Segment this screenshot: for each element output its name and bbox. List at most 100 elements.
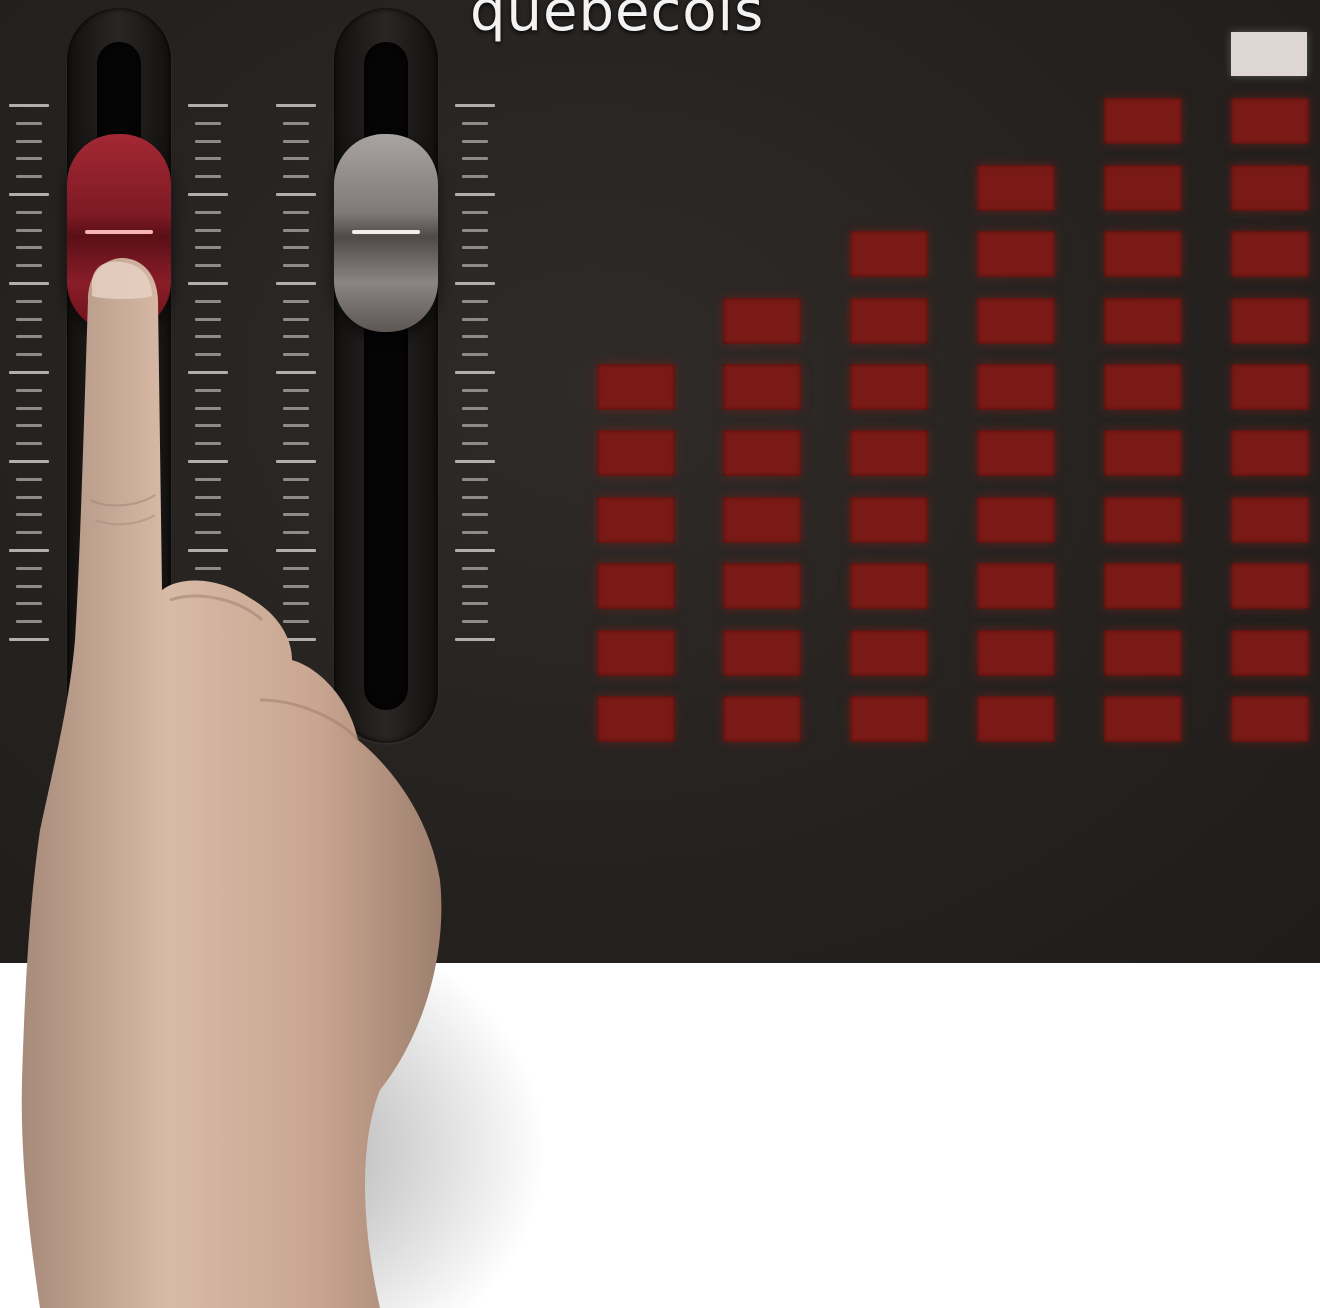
scale-tick <box>195 531 221 535</box>
scale-tick <box>195 388 221 392</box>
scale-tick <box>195 299 221 303</box>
scale-tick <box>195 246 221 250</box>
scale-tick <box>195 139 221 143</box>
meter-cell <box>977 563 1055 609</box>
scale-tick <box>9 460 49 463</box>
meter-cell <box>977 696 1055 742</box>
scale-tick <box>462 406 488 410</box>
scale-tick <box>195 353 221 357</box>
scale-tick <box>9 193 49 196</box>
meter-cell <box>1231 563 1309 609</box>
scale-tick <box>195 228 221 232</box>
scale-tick <box>276 282 316 285</box>
meter-cell <box>850 696 928 742</box>
meter-cell <box>1231 497 1309 543</box>
meter-cell <box>723 563 801 609</box>
scale-tick <box>462 299 488 303</box>
meter-cell <box>977 298 1055 344</box>
meter-cell <box>723 630 801 676</box>
scale-tick <box>188 104 228 107</box>
scale-tick <box>276 549 316 552</box>
meter-cell <box>723 696 801 742</box>
scale-tick <box>188 193 228 196</box>
fader-2-knob[interactable] <box>334 134 438 332</box>
meter-cell <box>850 430 928 476</box>
scale-tick <box>283 566 309 570</box>
scale-tick <box>283 442 309 446</box>
scale-tick <box>455 371 495 374</box>
meter-cell <box>850 497 928 543</box>
scale-tick <box>16 353 42 357</box>
meter-cell <box>850 231 928 277</box>
meter-cell <box>1104 298 1182 344</box>
scale-tick <box>195 406 221 410</box>
meter-cell <box>1104 231 1182 277</box>
scale-tick <box>16 513 42 517</box>
meter-cell <box>977 430 1055 476</box>
scale-tick <box>9 638 49 641</box>
scale-tick <box>276 460 316 463</box>
meter-cell <box>1231 430 1309 476</box>
meter-cell <box>1231 696 1309 742</box>
meter-cell <box>1231 98 1309 144</box>
fader-1-track[interactable] <box>67 8 171 743</box>
scale-tick <box>283 495 309 499</box>
meter-cell <box>597 696 675 742</box>
scale-tick <box>455 193 495 196</box>
scale-tick <box>16 584 42 588</box>
scale-tick <box>283 157 309 161</box>
meter-cell <box>1231 231 1309 277</box>
scale-tick <box>283 584 309 588</box>
scale-tick <box>16 620 42 624</box>
scale-tick <box>16 424 42 428</box>
meter-cell <box>850 298 928 344</box>
scale-tick <box>195 121 221 125</box>
scale-tick <box>16 299 42 303</box>
fader-1-scale-right <box>188 104 228 649</box>
meter-cell <box>1104 696 1182 742</box>
scale-tick <box>195 424 221 428</box>
scale-tick <box>195 317 221 321</box>
scale-tick <box>462 513 488 517</box>
fader-1-knob[interactable] <box>67 134 171 332</box>
scale-tick <box>195 620 221 624</box>
scale-tick <box>16 264 42 268</box>
meter-cell <box>723 364 801 410</box>
fader-2-track[interactable] <box>334 8 438 743</box>
scale-tick <box>16 442 42 446</box>
scale-tick <box>16 157 42 161</box>
meter-cell <box>597 563 675 609</box>
scale-tick <box>283 299 309 303</box>
scale-tick <box>462 210 488 214</box>
scale-tick <box>283 424 309 428</box>
meter-cell <box>977 364 1055 410</box>
scale-tick <box>195 157 221 161</box>
scale-tick <box>16 210 42 214</box>
fader-1-knob-marker <box>85 230 153 234</box>
meter-cell <box>1104 430 1182 476</box>
scale-tick <box>283 388 309 392</box>
scale-tick <box>462 246 488 250</box>
scale-tick <box>283 228 309 232</box>
scale-tick <box>455 549 495 552</box>
meter-cell <box>723 298 801 344</box>
scale-tick <box>462 477 488 481</box>
scale-tick <box>283 246 309 250</box>
scale-tick <box>283 139 309 143</box>
scale-tick <box>195 602 221 606</box>
scale-tick <box>16 602 42 606</box>
meter-cell <box>1104 364 1182 410</box>
scale-tick <box>283 121 309 125</box>
fader-2-scale-right <box>455 104 495 649</box>
scale-tick <box>283 210 309 214</box>
scale-tick <box>188 460 228 463</box>
meter-cell <box>597 497 675 543</box>
scale-tick <box>455 638 495 641</box>
scale-tick <box>16 388 42 392</box>
scale-tick <box>283 513 309 517</box>
scale-tick <box>462 602 488 606</box>
scale-tick <box>462 157 488 161</box>
fader-2-scale-left <box>276 104 316 649</box>
scale-tick <box>195 495 221 499</box>
meter-cell <box>1104 497 1182 543</box>
